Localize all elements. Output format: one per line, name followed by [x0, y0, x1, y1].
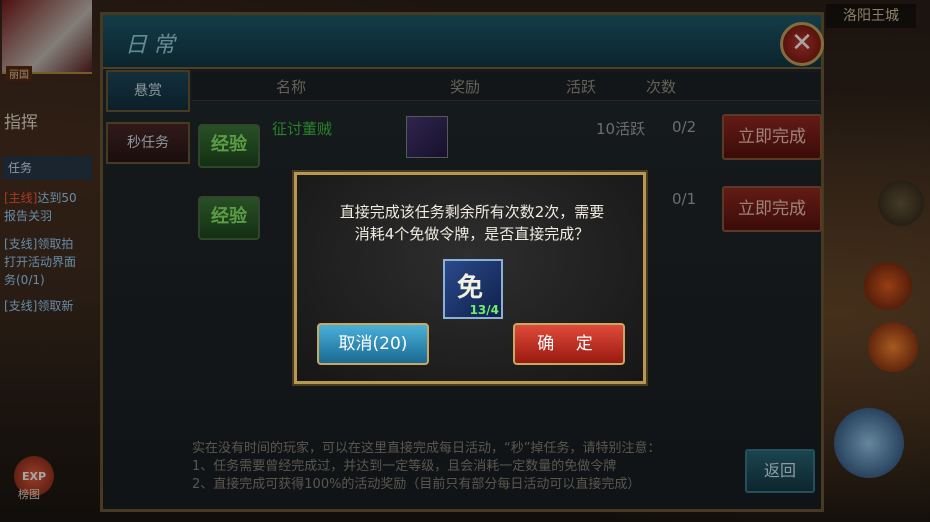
token-count: 13/4 [469, 303, 499, 317]
dialog-message-line: 消耗4个免做令牌，是否直接完成？ [354, 225, 590, 243]
token-glyph: 免 [457, 273, 484, 303]
dialog-message-line: 直接完成该任务剩余所有次数2次，需要 [339, 203, 605, 221]
confirm-dialog: 直接完成该任务剩余所有次数2次，需要 消耗4个免做令牌，是否直接完成？ 免 13… [294, 172, 646, 384]
exempt-token-icon[interactable]: 免 13/4 [443, 259, 503, 319]
confirm-button[interactable]: 确 定 [513, 323, 625, 365]
dialog-message: 直接完成该任务剩余所有次数2次，需要 消耗4个免做令牌，是否直接完成？ [317, 201, 627, 245]
cancel-button[interactable]: 取消(20) [317, 323, 429, 365]
